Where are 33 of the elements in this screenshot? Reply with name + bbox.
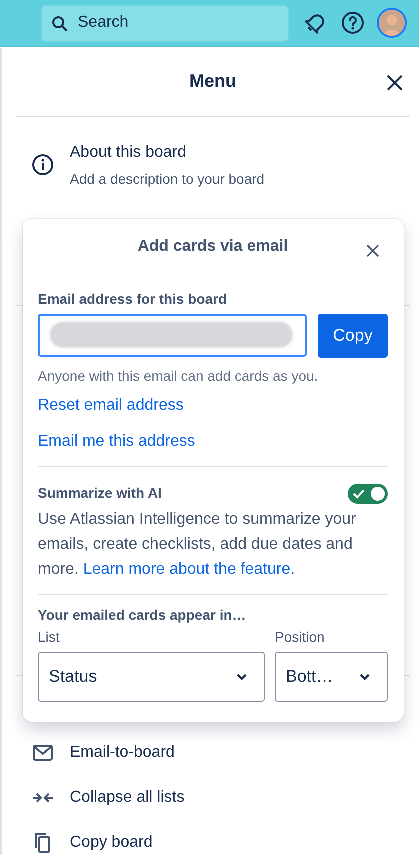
copy-button[interactable]: Copy <box>318 314 388 358</box>
menu-item[interactable]: Email-to-board <box>32 740 410 765</box>
popover-title: Add cards via email <box>138 237 288 257</box>
menu-item-title[interactable]: About this board <box>70 141 265 165</box>
envelope-icon <box>33 744 53 760</box>
section-title: Your emailed cards appear in… <box>38 606 248 625</box>
list-dropdown[interactable]: Status <box>38 652 265 702</box>
copy-icon <box>35 832 51 852</box>
description-paragraph: Use Atlassian Intelligence to summarize your emails, create checklists, add due dates and more. Learn more about the feature. <box>38 510 358 580</box>
text-link[interactable]: Email me this address <box>38 430 196 454</box>
menu-item[interactable]: Collapse all lists <box>32 785 410 810</box>
search-icon <box>52 16 68 32</box>
text-link[interactable]: Reset email address <box>38 394 184 418</box>
field-label: Email address for this board <box>38 290 228 309</box>
search-field[interactable]: Search <box>41 4 289 42</box>
toggle-switch[interactable] <box>348 484 388 504</box>
info-icon <box>32 154 54 176</box>
help-icon[interactable] <box>341 11 365 35</box>
field-label: List <box>38 628 61 647</box>
notification-bell-icon[interactable] <box>305 12 327 34</box>
helper-text: Anyone with this email can add cards as you. <box>38 367 320 386</box>
collapse-arrows-icon <box>32 792 54 804</box>
menu-item-subtitle: Add a description to your board <box>70 170 265 189</box>
menu-title: Menu <box>190 70 236 92</box>
learn-more-link[interactable]: Learn more about the feature. <box>83 561 296 578</box>
menu-item[interactable]: Copy board <box>32 830 410 855</box>
position-dropdown[interactable]: Bott… <box>275 652 388 702</box>
check-icon <box>353 488 365 498</box>
email-field[interactable] <box>38 314 307 357</box>
chevron-down-icon <box>359 673 371 681</box>
chevron-down-icon <box>236 673 248 681</box>
setting-title: Summarize with AI <box>38 484 162 503</box>
field-label: Position <box>275 628 326 647</box>
